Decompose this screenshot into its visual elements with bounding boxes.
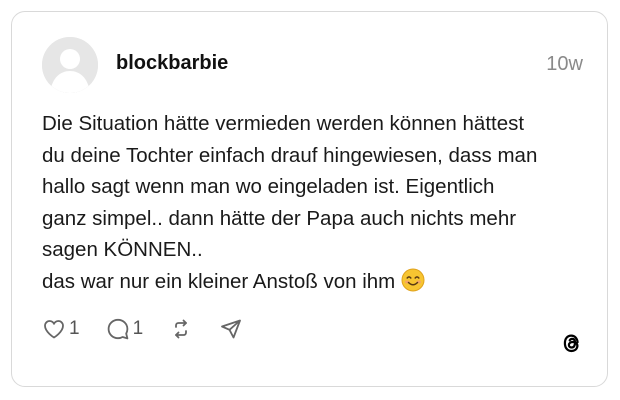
username[interactable]: blockbarbie (116, 52, 228, 75)
post-text-line: hallo sagt wenn man wo eingeladen ist. E… (42, 175, 495, 198)
default-avatar-icon (42, 37, 98, 93)
heart-icon (44, 320, 64, 339)
post-timestamp[interactable]: 10w (546, 53, 583, 76)
post-text-line: sagen KÖNNEN.. (42, 238, 203, 261)
post-actions: 1 1 (42, 316, 269, 342)
post-text-line: ganz simpel.. dann hätte der Papa auch n… (42, 206, 517, 230)
threads-logo-icon[interactable] (559, 330, 585, 356)
like-button[interactable]: 1 (42, 317, 80, 341)
post-text: Die Situation hätte vermieden werden kön… (42, 108, 592, 301)
post-text-last-line: das war nur ein kleiner Anstoß von ihm (42, 266, 592, 302)
avatar[interactable] (42, 37, 98, 93)
comment-icon (107, 318, 128, 340)
share-button[interactable] (219, 317, 243, 341)
smiling-face-emoji-icon (401, 268, 425, 302)
reply-count: 1 (132, 318, 144, 339)
repost-button[interactable] (169, 317, 193, 341)
send-icon (221, 319, 242, 339)
post-text-line: Die Situation hätte vermieden werden kön… (42, 112, 525, 135)
reply-button[interactable]: 1 (106, 317, 144, 341)
post-text-line: du deine Tochter einfach drauf hingewies… (42, 143, 538, 167)
post-text-line: das war nur ein kleiner Anstoß von ihm (42, 269, 396, 293)
repost-icon (175, 319, 188, 339)
post-card: blockbarbie 10w Die Situation hätte verm… (11, 11, 608, 387)
like-count: 1 (69, 318, 80, 339)
